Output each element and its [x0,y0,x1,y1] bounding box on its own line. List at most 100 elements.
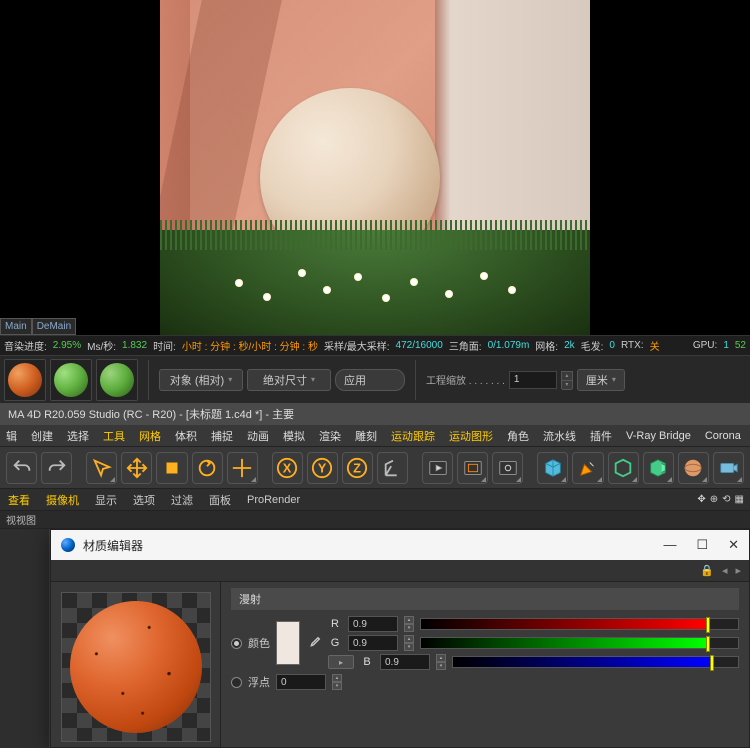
environment-button[interactable] [678,452,709,484]
menu-char[interactable]: 角色 [507,428,529,444]
nav-layout-icon[interactable]: ▦ [735,494,744,505]
menu-corona[interactable]: Corona [705,430,741,442]
size-mode-dropdown[interactable]: 绝对尺寸▾ [247,369,331,391]
menu-plugin[interactable]: 插件 [590,428,612,444]
redo-button[interactable] [41,452,72,484]
menu-vray[interactable]: V-Ray Bridge [626,430,691,442]
menu-sculpt[interactable]: 雕刻 [355,428,377,444]
tab-camera[interactable]: 摄像机 [46,492,79,508]
material-preview[interactable] [61,592,211,742]
z-axis-button[interactable]: Z [342,452,373,484]
y-axis-button[interactable]: Y [307,452,338,484]
nav-zoom-icon[interactable]: ⊕ [710,494,718,505]
menu-volume[interactable]: 体积 [175,428,197,444]
float-stepper[interactable]: ▴▾ [332,674,342,690]
b-stepper[interactable]: ▴▾ [436,654,446,670]
viewport-sublabel: 视视图 [0,511,750,529]
scale-stepper[interactable]: ▴▾ [561,371,573,389]
render-view-button[interactable] [422,452,453,484]
close-icon[interactable]: ✕ [728,537,739,553]
g-slider[interactable] [420,637,739,649]
g-stepper[interactable]: ▴▾ [404,635,414,651]
x-axis-button[interactable]: X [272,452,303,484]
render-region-button[interactable] [457,452,488,484]
status-ms-label: Ms/秒: [87,338,116,353]
buffer-tab-main[interactable]: Main [0,318,32,335]
status-time-label: 时间: [153,338,176,353]
buffer-tab-demain[interactable]: DeMain [32,318,76,335]
generator-button[interactable] [608,452,639,484]
eyedropper-icon[interactable] [306,635,322,651]
window-title-bar: MA 4D R20.059 Studio (RC - R20) - [未标题 1… [0,403,750,425]
tab-options[interactable]: 选项 [133,492,155,508]
float-input[interactable] [276,674,326,690]
tab-view[interactable]: 查看 [8,492,30,508]
g-input[interactable] [348,635,398,651]
menu-mesh[interactable]: 网格 [139,428,161,444]
undo-button[interactable] [6,452,37,484]
scale-tool[interactable] [156,452,187,484]
menu-track[interactable]: 运动跟踪 [391,428,435,444]
unit-dropdown[interactable]: 厘米▾ [577,369,625,391]
r-stepper[interactable]: ▴▾ [404,616,414,632]
cube-primitive-button[interactable] [537,452,568,484]
spline-pen-button[interactable] [572,452,603,484]
status-gpu-value: 52 [735,340,746,351]
b-label: B [360,656,374,668]
r-slider[interactable] [420,618,739,630]
color-swatch[interactable] [276,621,300,665]
menu-sim[interactable]: 模拟 [283,428,305,444]
menu-pipeline[interactable]: 流水线 [543,428,576,444]
chevron-right-icon[interactable]: ▸ [735,564,741,577]
tab-display[interactable]: 显示 [95,492,117,508]
menu-render[interactable]: 渲染 [319,428,341,444]
svg-text:Z: Z [354,460,362,475]
diffuse-section-header: 漫射 [231,588,739,610]
chevron-down-icon: ▾ [612,375,616,384]
menu-mograph[interactable]: 运动图形 [449,428,493,444]
status-hair-label: 毛发: [581,338,604,353]
menu-snap[interactable]: 捕捉 [211,428,233,444]
b-slider[interactable] [452,656,739,668]
camera-button[interactable] [713,452,744,484]
menu-select[interactable]: 选择 [67,428,89,444]
nav-move-icon[interactable]: ✥ [697,494,705,505]
material-thumb-3[interactable] [96,359,138,401]
status-tri-label: 三角面: [449,338,482,353]
maximize-icon[interactable]: ☐ [696,537,708,553]
menu-create[interactable]: 创建 [31,428,53,444]
tab-panel[interactable]: 面板 [209,492,231,508]
tab-prorender[interactable]: ProRender [247,494,300,506]
chevron-down-icon: ▾ [311,375,315,384]
last-tool[interactable] [227,452,258,484]
menu-edit[interactable]: 辑 [6,428,17,444]
color-radio[interactable] [231,638,242,649]
chevron-left-icon[interactable]: ◂ [722,564,728,577]
deformer-button[interactable] [643,452,674,484]
rotate-tool[interactable] [192,452,223,484]
apply-button[interactable]: 应用 [335,369,405,391]
expand-button[interactable]: ▸ [328,655,354,669]
material-thumb-2[interactable] [50,359,92,401]
render-settings-button[interactable] [492,452,523,484]
scale-label: 工程缩放 . . . . . . . [426,372,505,387]
app-icon [61,538,75,552]
float-radio[interactable] [231,677,242,688]
nav-rotate-icon[interactable]: ⟲ [722,494,730,505]
tab-filter[interactable]: 过滤 [171,492,193,508]
b-input[interactable] [380,654,430,670]
material-thumb-1[interactable] [4,359,46,401]
menu-tools[interactable]: 工具 [103,428,125,444]
material-editor-titlebar[interactable]: 材质编辑器 — ☐ ✕ [51,530,749,560]
render-viewport[interactable]: Main DeMain [0,0,750,335]
lock-icon[interactable]: 🔒 [700,564,714,577]
minimize-icon[interactable]: — [663,537,676,553]
coord-system-button[interactable] [377,452,408,484]
scale-input[interactable] [509,371,557,389]
svg-text:Y: Y [318,460,327,475]
r-input[interactable] [348,616,398,632]
menu-anim[interactable]: 动画 [247,428,269,444]
select-tool[interactable] [86,452,117,484]
object-mode-dropdown[interactable]: 对象 (相对)▾ [159,369,243,391]
move-tool[interactable] [121,452,152,484]
